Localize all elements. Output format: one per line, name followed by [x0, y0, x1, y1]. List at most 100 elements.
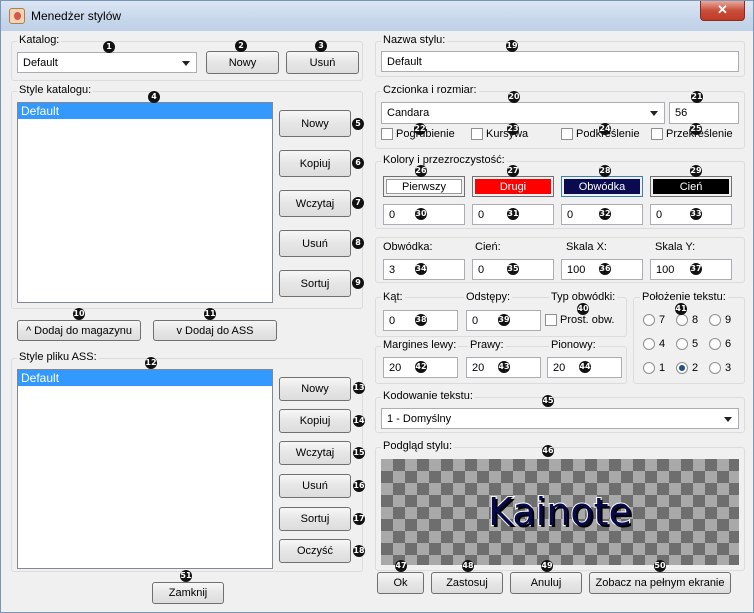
marker-31: 31 [507, 208, 519, 220]
encoding-select[interactable]: 1 - Domyślny [381, 408, 739, 429]
style-manager-window: Menedżer stylów ✕ Katalog: Default Nowy … [0, 0, 754, 613]
alignment-radio-6[interactable]: 6 [709, 338, 731, 350]
marker-43: 43 [498, 361, 510, 373]
marker-36: 36 [599, 263, 611, 275]
shadow-color-button[interactable]: Cień [650, 176, 732, 197]
marker-10: 10 [73, 308, 85, 320]
marker-37: 37 [690, 263, 702, 275]
marker-29: 29 [690, 165, 702, 177]
marker-24: 24 [599, 123, 611, 135]
marker-33: 33 [690, 208, 702, 220]
marker-22: 22 [414, 123, 426, 135]
marker-12: 12 [145, 357, 157, 369]
list-item[interactable]: Default [18, 103, 272, 119]
font-family-select[interactable]: Candara [381, 102, 665, 124]
angle-label: Kąt: [381, 291, 405, 303]
font-size-input[interactable]: 56 [669, 102, 739, 124]
ass-styles-copy-button[interactable]: Kopiuj [279, 409, 351, 433]
marker-50: 50 [654, 560, 666, 572]
alignment-radio-8[interactable]: 8 [676, 314, 698, 326]
marker-35: 35 [507, 263, 519, 275]
border-type-label: Typ obwódki: [549, 291, 618, 303]
add-to-ass-button[interactable]: v Dodaj do ASS [153, 320, 277, 341]
marker-2: 2 [235, 40, 247, 52]
chevron-down-icon [650, 111, 658, 116]
window-title: Menedżer stylów [31, 9, 122, 23]
add-to-store-button[interactable]: ^ Dodaj do magazynu [17, 320, 141, 341]
catalog-styles-list[interactable]: Default [17, 102, 273, 303]
encoding-label: Kodowanie tekstu: [381, 390, 475, 402]
close-window-button[interactable]: ✕ [700, 1, 745, 21]
alignment-radio-5[interactable]: 5 [676, 338, 698, 350]
marker-27: 27 [507, 165, 519, 177]
marker-21: 21 [691, 91, 703, 103]
secondary-color-button[interactable]: Drugi [472, 176, 554, 197]
alignment-radio-4[interactable]: 4 [643, 338, 665, 350]
marker-30: 30 [415, 208, 427, 220]
outline-color-button[interactable]: Obwódka [561, 176, 643, 197]
ass-styles-label: Style pliku ASS: [17, 351, 99, 363]
apply-button[interactable]: Zastosuj [431, 572, 503, 594]
marker-38: 38 [415, 314, 427, 326]
ass-styles-delete-button[interactable]: Usuń [279, 474, 351, 498]
title-bar: Menedżer stylów ✕ [1, 1, 753, 31]
ass-styles-clear-button[interactable]: Oczyść [279, 539, 351, 563]
marker-48: 48 [462, 560, 474, 572]
ass-styles-new-button[interactable]: Nowy [279, 377, 351, 401]
alignment-radio-2[interactable]: 2 [676, 362, 698, 374]
scale-y-label: Skala Y: [653, 241, 698, 253]
close-dialog-button[interactable]: Zamknij [152, 582, 224, 604]
marker-40: 40 [577, 303, 589, 315]
chevron-down-icon [182, 60, 190, 66]
marker-1: 1 [103, 41, 115, 53]
marker-25: 25 [690, 123, 702, 135]
list-item[interactable]: Default [18, 370, 272, 386]
italic-checkbox[interactable]: Kursywa [471, 128, 528, 140]
marker-44: 44 [579, 361, 591, 373]
shadow-depth-label: Cień: [473, 241, 503, 253]
cancel-button[interactable]: Anuluj [510, 572, 582, 594]
spacing-label: Odstępy: [464, 291, 513, 303]
catalog-styles-sort-button[interactable]: Sortuj [279, 270, 351, 297]
style-name-input[interactable]: Default [381, 51, 739, 72]
catalog-styles-delete-button[interactable]: Usuń [279, 230, 351, 257]
marker-51: 51 [180, 570, 192, 582]
marker-8: 8 [352, 237, 364, 249]
marker-45: 45 [542, 395, 554, 407]
ass-styles-sort-button[interactable]: Sortuj [279, 507, 351, 531]
style-name-label: Nazwa stylu: [381, 34, 448, 46]
marker-28: 28 [599, 165, 611, 177]
marker-7: 7 [352, 197, 364, 209]
alignment-radio-1[interactable]: 1 [643, 362, 665, 374]
marker-47: 47 [395, 560, 407, 572]
marker-19: 19 [506, 40, 518, 52]
alignment-label: Położenie tekstu: [640, 291, 728, 303]
marker-42: 42 [415, 361, 427, 373]
alignment-radio-9[interactable]: 9 [709, 314, 731, 326]
catalog-new-button[interactable]: Nowy [206, 51, 279, 74]
marker-26: 26 [415, 165, 427, 177]
marker-6: 6 [352, 157, 364, 169]
catalog-select[interactable]: Default [17, 52, 197, 73]
catalog-delete-button[interactable]: Usuń [286, 51, 359, 74]
marker-17: 17 [353, 513, 365, 525]
marker-18: 18 [353, 545, 365, 557]
marker-39: 39 [498, 314, 510, 326]
primary-color-button[interactable]: Pierwszy [383, 176, 465, 197]
marker-16: 16 [353, 480, 365, 492]
catalog-styles-load-button[interactable]: Wczytaj [279, 190, 351, 217]
chevron-down-icon [724, 416, 732, 422]
ass-styles-load-button[interactable]: Wczytaj [279, 441, 351, 465]
catalog-styles-copy-button[interactable]: Kopiuj [279, 150, 351, 177]
marker-4: 4 [148, 91, 160, 103]
marker-41: 41 [675, 303, 687, 315]
alignment-radio-7[interactable]: 7 [643, 314, 665, 326]
marker-13: 13 [353, 382, 365, 394]
ass-styles-list[interactable]: Default [17, 369, 273, 569]
opaque-box-checkbox[interactable]: Prost. obw. [545, 314, 614, 326]
marker-34: 34 [415, 263, 427, 275]
ok-button[interactable]: Ok [377, 572, 424, 594]
catalog-styles-new-button[interactable]: Nowy [279, 110, 351, 137]
fullscreen-preview-button[interactable]: Zobacz na pełnym ekranie [589, 572, 731, 594]
alignment-radio-3[interactable]: 3 [709, 362, 731, 374]
